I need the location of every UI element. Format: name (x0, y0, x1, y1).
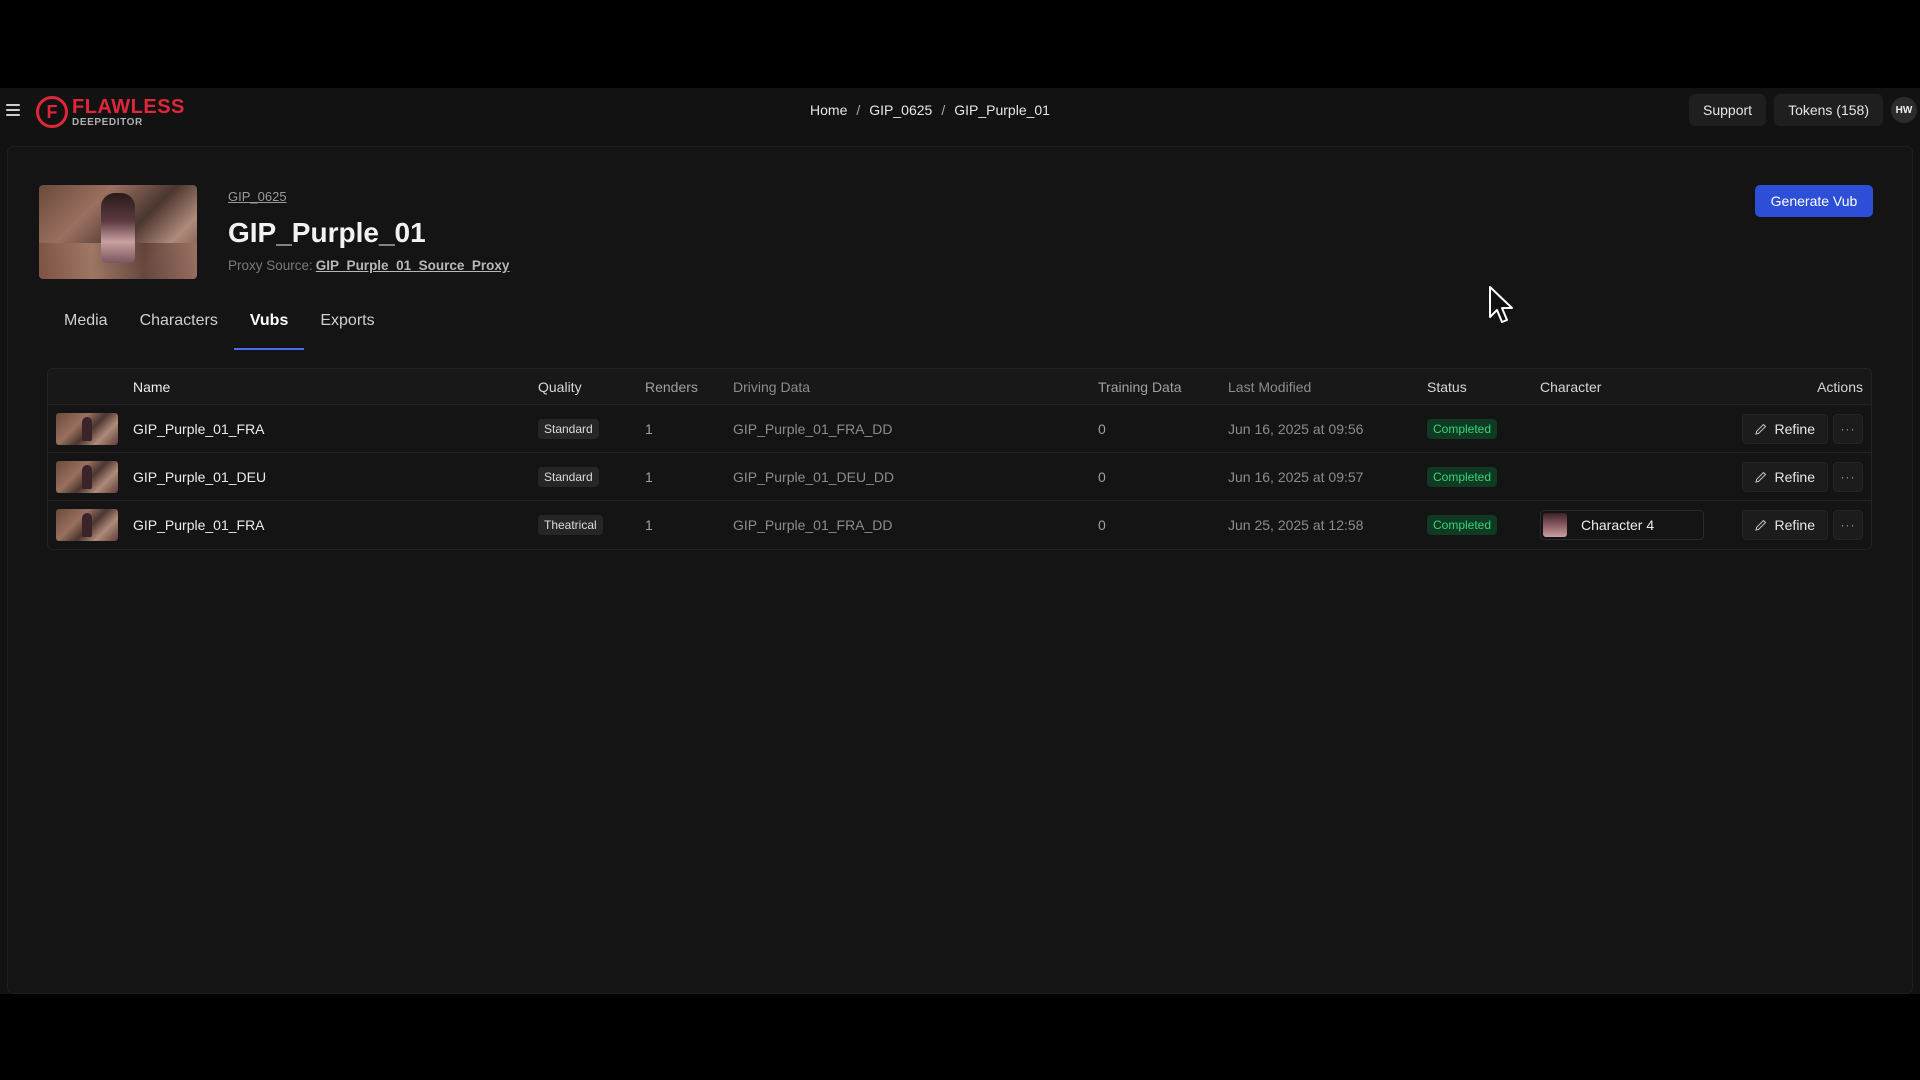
vub-name[interactable]: GIP_Purple_01_DEU (133, 469, 538, 485)
training-data: 0 (1098, 420, 1106, 437)
last-modified: Jun 16, 2025 at 09:56 (1228, 420, 1364, 437)
mouse-cursor-icon (1489, 286, 1513, 323)
table-row[interactable]: GIP_Purple_01_FRA Theatrical 1 GIP_Purpl… (48, 501, 1871, 549)
pencil-icon (1754, 471, 1766, 483)
column-header-quality[interactable]: Quality (538, 379, 645, 395)
project-link[interactable]: GIP_0625 (228, 189, 287, 204)
more-actions-button[interactable]: ··· (1833, 510, 1863, 540)
breadcrumb-separator: / (941, 102, 946, 118)
proxy-source-label: Proxy Source: (228, 258, 313, 273)
proxy-source: Proxy Source: GIP_Purple_01_Source_Proxy (228, 258, 509, 273)
quality-badge: Theatrical (538, 515, 603, 535)
vub-name[interactable]: GIP_Purple_01_FRA (133, 421, 538, 437)
column-header-driving-data[interactable]: Driving Data (733, 379, 1098, 395)
driving-data: GIP_Purple_01_FRA_DD (733, 420, 893, 437)
tab-vubs[interactable]: Vubs (233, 310, 305, 350)
last-modified: Jun 16, 2025 at 09:57 (1228, 468, 1364, 485)
vub-thumbnail (56, 412, 118, 445)
last-modified: Jun 25, 2025 at 12:58 (1228, 517, 1364, 533)
column-header-training-data[interactable]: Training Data (1098, 379, 1228, 395)
proxy-source-link[interactable]: GIP_Purple_01_Source_Proxy (316, 258, 510, 273)
status-badge: Completed (1427, 418, 1498, 439)
vubs-table: Name Quality Renders Driving Data Traini… (47, 368, 1872, 550)
renders-count: 1 (645, 420, 653, 437)
driving-data: GIP_Purple_01_DEU_DD (733, 468, 895, 485)
tokens-button[interactable]: Tokens (158) (1774, 94, 1883, 126)
tab-exports[interactable]: Exports (304, 310, 390, 350)
column-header-status[interactable]: Status (1427, 379, 1540, 395)
character-avatar (1543, 513, 1567, 537)
generate-vub-button[interactable]: Generate Vub (1755, 185, 1873, 217)
training-data: 0 (1098, 517, 1106, 533)
column-header-name[interactable]: Name (133, 379, 538, 395)
breadcrumb-current[interactable]: GIP_Purple_01 (954, 102, 1050, 118)
app-window: F FLAWLESS DEEPEDITOR Home / GIP_0625/GIP_… (0, 88, 1920, 994)
pencil-icon (1754, 519, 1766, 531)
table-row[interactable]: GIP_Purple_01_DEU Standard 1 GIP_Purple_… (48, 453, 1871, 501)
training-data: 0 (1098, 468, 1106, 485)
quality-badge: Standard (538, 466, 599, 487)
vub-thumbnail (56, 460, 118, 493)
tab-characters[interactable]: Characters (124, 310, 234, 350)
top-bar: F FLAWLESS DEEPEDITOR Home / GIP_0625/GIP_… (0, 88, 1920, 134)
breadcrumb: Home / GIP_0625 / GIP_Purple_01 (0, 102, 1860, 118)
vub-thumbnail (56, 509, 118, 541)
pencil-icon (1754, 423, 1766, 435)
column-header-last-modified[interactable]: Last Modified (1228, 379, 1427, 395)
support-button[interactable]: Support (1689, 94, 1767, 126)
more-actions-button[interactable]: ··· (1833, 461, 1863, 492)
breadcrumb-home[interactable]: Home (810, 102, 847, 118)
quality-badge: Standard (538, 418, 599, 439)
more-actions-button[interactable]: ··· (1833, 413, 1863, 444)
refine-label: Refine (1774, 468, 1815, 485)
status-badge: Completed (1427, 515, 1498, 535)
table-row[interactable]: GIP_Purple_01_FRA Standard 1 GIP_Purple_… (48, 405, 1871, 453)
breadcrumb-separator: / (856, 102, 861, 118)
clip-thumbnail (39, 185, 197, 279)
content-panel (7, 146, 1913, 994)
refine-label: Refine (1774, 517, 1815, 533)
character-name: Character 4 (1581, 517, 1655, 533)
page-title: GIP_Purple_01 (228, 217, 426, 248)
column-header-actions: Actions (1817, 378, 1863, 395)
tab-media[interactable]: Media (48, 310, 124, 350)
table-header: Name Quality Renders Driving Data Traini… (48, 369, 1871, 405)
refine-button[interactable]: Refine (1741, 461, 1828, 492)
user-avatar[interactable]: HW (1891, 97, 1917, 123)
renders-count: 1 (645, 468, 653, 485)
tab-bar: Media Characters Vubs Exports (48, 310, 391, 354)
character-chip[interactable]: Character 4 (1540, 510, 1704, 540)
vub-name[interactable]: GIP_Purple_01_FRA (133, 517, 538, 533)
driving-data: GIP_Purple_01_FRA_DD (733, 517, 893, 533)
brand-subname: DEEPEDITOR (72, 116, 143, 128)
refine-button[interactable]: Refine (1741, 413, 1828, 444)
refine-label: Refine (1774, 420, 1815, 437)
column-header-character[interactable]: Character (1540, 379, 1730, 395)
renders-count: 1 (645, 517, 653, 533)
refine-button[interactable]: Refine (1741, 510, 1828, 540)
breadcrumb-project[interactable]: GIP_0625 (869, 102, 932, 118)
column-header-renders[interactable]: Renders (645, 379, 733, 395)
status-badge: Completed (1427, 466, 1498, 487)
